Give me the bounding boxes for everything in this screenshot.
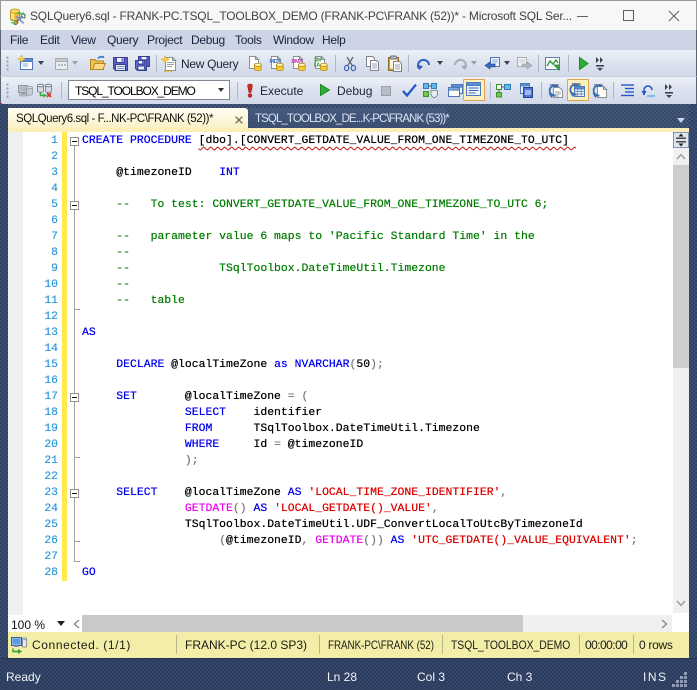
svg-text:LA: LA [314,63,321,69]
